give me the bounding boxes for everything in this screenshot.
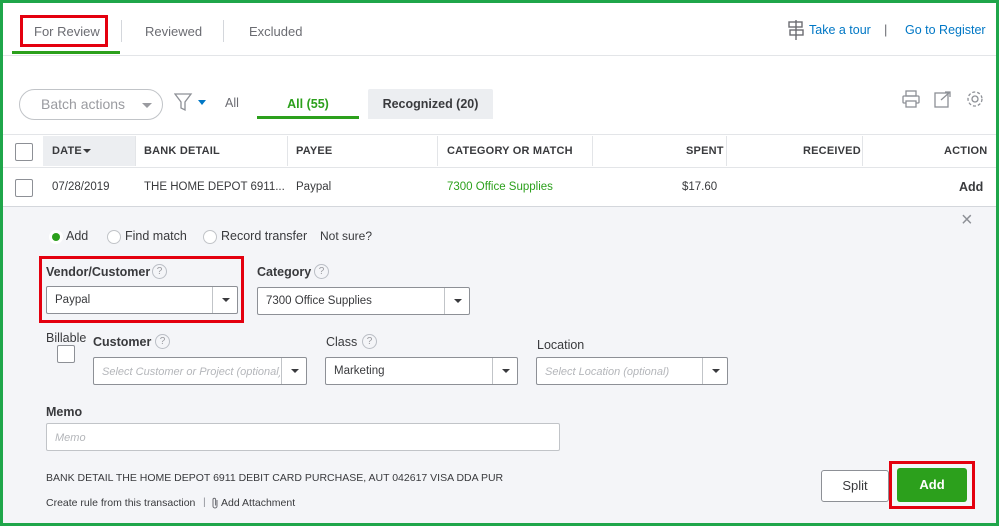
column-header-action: ACTION	[944, 145, 988, 157]
column-header-date[interactable]: DATE	[52, 145, 82, 157]
gear-icon[interactable]	[966, 90, 984, 108]
memo-input[interactable]: Memo	[46, 423, 560, 451]
chevron-down-icon	[502, 369, 510, 373]
location-label: Location	[537, 338, 585, 352]
row-payee: Paypal	[296, 181, 332, 193]
chevron-down-icon	[712, 369, 720, 373]
location-dropdown-toggle[interactable]	[702, 358, 727, 384]
class-select[interactable]: Marketing	[325, 357, 518, 385]
paperclip-icon	[212, 497, 218, 509]
category-help-icon[interactable]: ?	[314, 264, 329, 279]
add-attachment-link[interactable]: Add Attachment	[221, 497, 295, 509]
tab-recognized[interactable]: Recognized (20)	[368, 89, 493, 119]
column-divider	[862, 136, 863, 166]
row-bank-detail: THE HOME DEPOT 6911...	[144, 181, 285, 193]
chevron-down-icon	[142, 103, 152, 108]
customer-dropdown-toggle[interactable]	[281, 358, 306, 384]
bank-detail-line: BANK DETAIL THE HOME DEPOT 6911 DEBIT CA…	[46, 472, 503, 484]
memo-placeholder: Memo	[55, 432, 86, 444]
tab-reviewed[interactable]: Reviewed	[145, 24, 202, 39]
category-value: 7300 Office Supplies	[266, 295, 372, 307]
tab-all-transactions[interactable]: All (55)	[257, 89, 359, 119]
filter-all-label: All	[225, 96, 239, 110]
sort-desc-icon	[83, 149, 91, 153]
vendor-customer-select[interactable]: Paypal	[46, 286, 238, 314]
radio-record-transfer[interactable]	[203, 230, 217, 244]
filter-icon[interactable]	[174, 93, 210, 113]
column-header-payee[interactable]: PAYEE	[296, 145, 332, 157]
row-spent: $17.60	[682, 181, 718, 193]
row-category: 7300 Office Supplies	[447, 181, 553, 193]
category-select[interactable]: 7300 Office Supplies	[257, 287, 470, 315]
close-icon[interactable]: ×	[961, 209, 973, 232]
bank-detail-label: BANK DETAIL	[46, 472, 114, 484]
column-divider	[287, 136, 288, 166]
class-dropdown-toggle[interactable]	[492, 358, 517, 384]
billable-label: Billable	[46, 331, 87, 345]
vendor-customer-value: Paypal	[55, 294, 91, 306]
vendor-customer-label: Vendor/Customer	[46, 265, 151, 279]
split-button[interactable]: Split	[821, 470, 889, 502]
radio-record-transfer-label: Record transfer	[221, 229, 308, 243]
location-placeholder: Select Location (optional)	[545, 366, 670, 378]
column-divider	[726, 136, 727, 166]
category-dropdown-toggle[interactable]	[444, 288, 469, 314]
category-label: Category	[257, 265, 312, 279]
customer-help-icon[interactable]: ?	[155, 334, 170, 349]
batch-actions-button[interactable]: Batch actions	[19, 89, 163, 120]
class-value: Marketing	[334, 365, 385, 377]
tab-divider	[121, 20, 122, 42]
customer-label: Customer	[93, 335, 152, 349]
footer-link-separator: |	[203, 496, 206, 508]
radio-selected-dot	[52, 233, 60, 241]
active-tab-underline	[12, 51, 120, 54]
bank-detail-text: THE HOME DEPOT 6911 DEBIT CARD PURCHASE,…	[115, 472, 504, 484]
class-label: Class	[326, 335, 358, 349]
column-header-bank-detail[interactable]: BANK DETAIL	[144, 145, 220, 157]
select-all-checkbox[interactable]	[15, 143, 33, 161]
go-to-register-link[interactable]: Go to Register	[905, 23, 986, 37]
row-date: 07/28/2019	[52, 181, 110, 193]
radio-find-match-label: Find match	[125, 229, 187, 243]
row-checkbox[interactable]	[15, 179, 33, 197]
column-header-received[interactable]: RECEIVED	[803, 145, 861, 157]
row-add-link[interactable]: Add	[959, 180, 983, 194]
column-divider	[592, 136, 593, 166]
vendor-dropdown-toggle[interactable]	[212, 287, 237, 313]
highlight-box-for-review	[20, 15, 108, 47]
take-tour-link[interactable]: Take a tour	[809, 23, 871, 37]
link-separator: |	[884, 22, 888, 37]
export-icon[interactable]	[934, 90, 952, 108]
column-header-spent[interactable]: SPENT	[686, 145, 724, 157]
vendor-help-icon[interactable]: ?	[152, 264, 167, 279]
create-rule-link[interactable]: Create rule from this transaction	[46, 497, 195, 509]
chevron-down-icon	[222, 298, 230, 302]
radio-add-label: Add	[66, 229, 89, 243]
batch-actions-label: Batch actions	[41, 96, 126, 112]
memo-label: Memo	[46, 405, 83, 419]
column-header-category[interactable]: CATEGORY OR MATCH	[447, 145, 573, 157]
print-icon[interactable]	[902, 90, 920, 108]
not-sure-link[interactable]: Not sure?	[320, 229, 372, 243]
location-select[interactable]: Select Location (optional)	[536, 357, 728, 385]
add-button[interactable]: Add	[897, 468, 967, 502]
customer-placeholder: Select Customer or Project (optional)	[102, 366, 280, 378]
signpost-icon[interactable]	[787, 20, 805, 40]
chevron-down-icon	[454, 299, 462, 303]
column-divider	[135, 136, 136, 166]
class-help-icon[interactable]: ?	[362, 334, 377, 349]
tab-excluded[interactable]: Excluded	[249, 24, 302, 39]
chevron-down-icon	[291, 369, 299, 373]
tab-divider	[223, 20, 224, 42]
customer-select[interactable]: Select Customer or Project (optional)	[93, 357, 307, 385]
radio-find-match[interactable]	[107, 230, 121, 244]
column-divider	[437, 136, 438, 166]
billable-checkbox[interactable]	[57, 345, 75, 363]
header-divider	[3, 55, 996, 56]
